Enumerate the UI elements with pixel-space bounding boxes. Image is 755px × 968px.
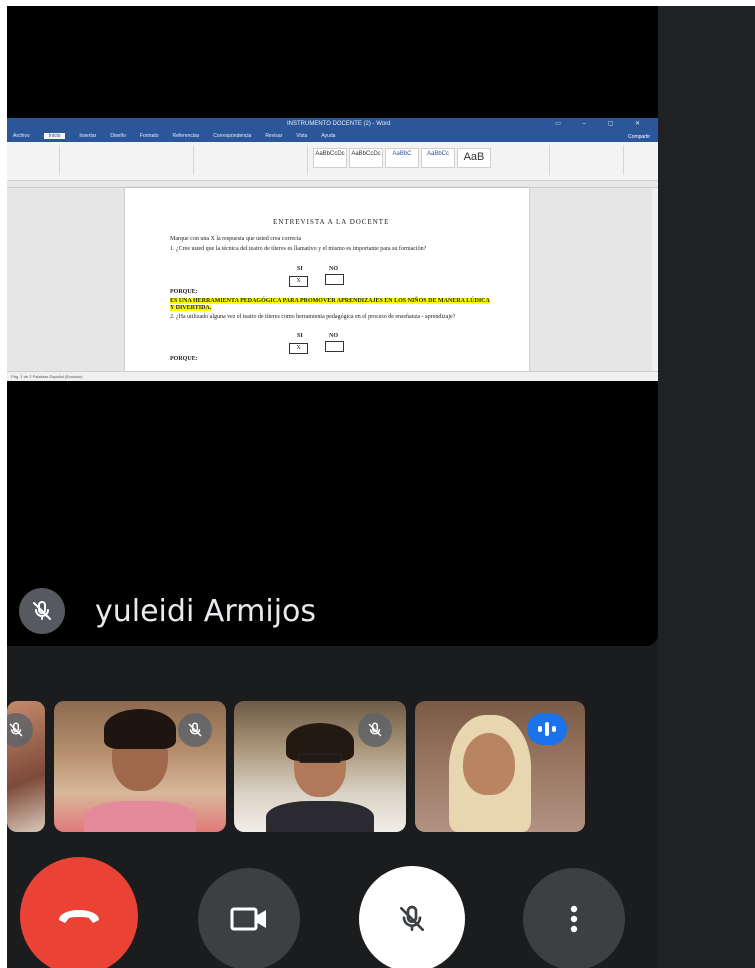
vertical-scrollbar [652, 188, 658, 371]
word-tab-archivo: Archivo [13, 133, 30, 139]
q1-si-box: X [289, 276, 308, 287]
editing-group [499, 145, 550, 175]
document-page: ENTREVISTA A LA DOCENTE Marque con una X… [125, 188, 529, 371]
doc-instruction: Marque con una X la respuesta que usted … [170, 236, 302, 242]
word-tab-vista: Vista [296, 133, 308, 139]
word-ribbon: AaBbCcDc AaBbCcDc AaBbC AaBbCc AaB Compa… [7, 134, 658, 181]
answer-1-highlight: ES UNA HERRAMIENTA PEDAGÓGICA PARA PROMO… [170, 298, 490, 311]
end-call-button[interactable] [20, 857, 138, 968]
document-area: ENTREVISTA A LA DOCENTE Marque con una X… [7, 188, 658, 371]
q2-no-label: NO [329, 333, 338, 339]
doc-question-2: 2. ¿Ha utilizado alguna vez el teatro de… [170, 314, 456, 320]
microphone-toggle-button[interactable] [359, 866, 465, 968]
more-vert-icon [570, 905, 578, 933]
presenter-name: yuleidi Armijos [95, 593, 317, 629]
participant-1-mic-off-icon [7, 713, 33, 747]
adobe-group [553, 145, 624, 175]
doc-question-1: 1. ¿Cree usted que la técnica del teatro… [170, 246, 427, 252]
paragraph-group [197, 145, 308, 175]
q1-si-label: SI [297, 266, 303, 272]
participant-tile-4[interactable] [415, 701, 585, 832]
word-tab-insertar: Insertar [79, 133, 97, 139]
word-tab-ayuda: Ayuda [321, 133, 336, 139]
style-heading1: AaBbC [385, 148, 419, 168]
camera-toggle-button[interactable] [198, 868, 300, 968]
word-window-title: INSTRUMENTO DOCENTE (2) - Word [287, 121, 391, 127]
style-no-spacing: AaBbCcDc [349, 148, 383, 168]
window-controls: ▭ – ▢ ✕ [555, 121, 650, 127]
doc-title: ENTREVISTA A LA DOCENTE [273, 218, 390, 226]
video-camera-icon [230, 907, 266, 931]
q2-si-box: X [289, 343, 308, 354]
style-normal: AaBbCcDc [313, 148, 347, 168]
meet-call-window: INSTRUMENTO DOCENTE (2) - Word ▭ – ▢ ✕ A… [7, 6, 755, 968]
participant-4-face [463, 733, 515, 795]
style-heading2: AaBbCc [421, 148, 455, 168]
side-panel-strip [658, 6, 755, 968]
share-label: Compartir [628, 134, 650, 140]
participant-3-jacket [266, 801, 374, 832]
q1-no-label: NO [329, 266, 338, 272]
font-group [63, 145, 194, 175]
word-tab-correspondencia: Correspondencia [213, 133, 252, 139]
participant-2-shirt [84, 801, 196, 832]
word-tab-diseño: Diseño [110, 133, 126, 139]
presenter-mic-off-icon [19, 588, 65, 634]
q2-no-box [325, 341, 344, 352]
participant-2-hair [104, 709, 176, 749]
word-ribbon-tabs: Archivo Inicio Insertar Diseño Formato Refere… [7, 131, 658, 142]
more-options-button[interactable] [523, 868, 625, 968]
mic-off-icon [400, 905, 424, 931]
q2-porque-label: PORQUE: [170, 356, 198, 362]
word-ruler [7, 181, 658, 188]
q1-no-box [325, 274, 344, 285]
word-tab-inicio: Inicio [43, 133, 66, 139]
participant-3-glasses [298, 753, 342, 763]
doc-answer-1: ES UNA HERRAMIENTA PEDAGÓGICA PARA PROMO… [170, 298, 490, 312]
word-status-bar: Pág. 1 de 2 Palabras Español (Ecuador) [7, 371, 658, 381]
clipboard-group [9, 145, 60, 175]
shared-screen: INSTRUMENTO DOCENTE (2) - Word ▭ – ▢ ✕ A… [7, 118, 658, 381]
word-tab-revisar: Revisar [265, 133, 283, 139]
participant-2-mic-off-icon [178, 713, 212, 747]
q2-si-label: SI [297, 333, 303, 339]
participant-tile-1[interactable] [7, 701, 45, 832]
hang-up-icon [59, 910, 99, 923]
participant-tile-2[interactable] [54, 701, 226, 832]
word-tab-formato: Formato [139, 133, 159, 139]
speaking-indicator-icon [527, 713, 567, 745]
q1-porque-label: PORQUE: [170, 289, 198, 295]
word-tab-referencias: Referencias [172, 133, 200, 139]
style-title: AaB [457, 148, 491, 168]
participant-3-mic-off-icon [358, 713, 392, 747]
main-presentation-tile[interactable]: INSTRUMENTO DOCENTE (2) - Word ▭ – ▢ ✕ A… [7, 6, 658, 646]
word-titlebar: INSTRUMENTO DOCENTE (2) - Word ▭ – ▢ ✕ [7, 118, 658, 131]
participant-tile-3[interactable] [234, 701, 406, 832]
presenter-name-bar: yuleidi Armijos [19, 586, 316, 636]
